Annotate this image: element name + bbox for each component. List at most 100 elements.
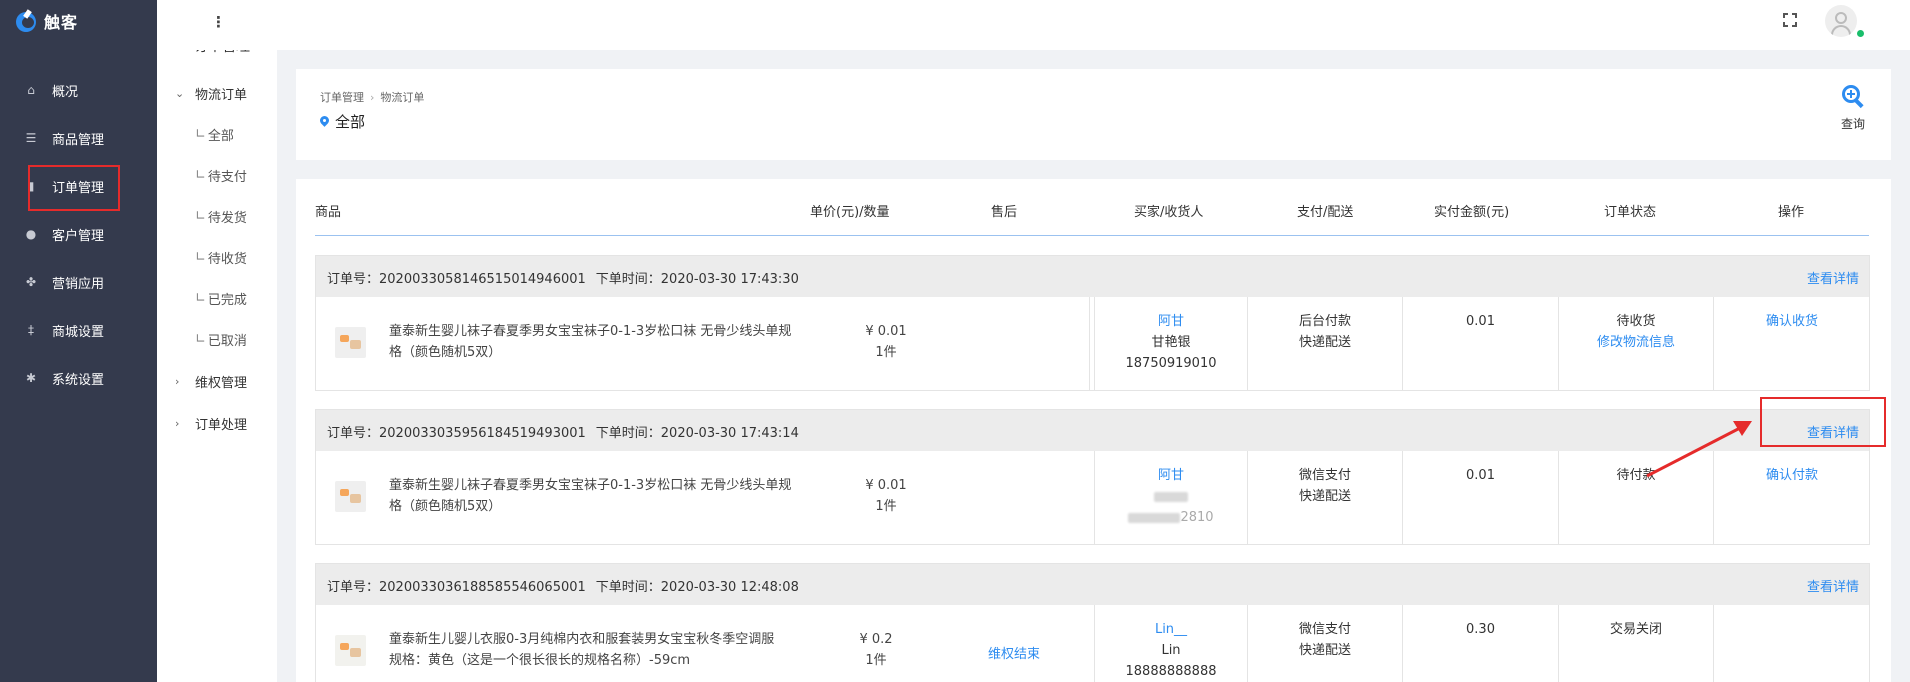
after-sale-status-link[interactable]: 维权结束 [988, 643, 1040, 662]
confirm-receipt-link[interactable]: 确认收货 [1714, 311, 1870, 332]
payment-method: 微信支付 [1298, 622, 1351, 637]
sidebar-item-marketing[interactable]: ✤ 营销应用 [0, 258, 157, 306]
payment-method: 后台付款 [1298, 314, 1351, 329]
sidebar-item-products[interactable]: ☰ 商品管理 [0, 114, 157, 162]
submenu-item-label: 待收货 [207, 252, 247, 267]
order-row: 童泰新生婴儿袜子春夏季男女宝宝袜子0-1-3岁松口袜 无骨少线头单规格（颜色随机… [316, 297, 1869, 390]
edit-logistics-link[interactable]: 修改物流信息 [1559, 332, 1713, 353]
submenu-item-pending-shipment[interactable]: ∟ 待发货 [157, 196, 277, 237]
payment-cell: 微信支付 快递配送 [1247, 605, 1402, 682]
product-thumbnail[interactable] [335, 635, 366, 666]
order-row: 童泰新生儿婴儿衣服0-3月纯棉内衣和服套装男女宝宝秋冬季空调服 规格：黄色（这是… [316, 605, 1869, 682]
order-status: 交易关闭 [1609, 622, 1662, 637]
view-details-link[interactable]: 查看详情 [1807, 268, 1859, 287]
sidebar-item-overview[interactable]: ⌂ 概况 [0, 66, 157, 114]
action-cell [1713, 605, 1870, 682]
order-status: 待付款 [1616, 468, 1656, 483]
column-header: 支付/配送 [1297, 205, 1354, 220]
fullscreen-icon[interactable] [1783, 13, 1797, 27]
sub-menu: 订单管理 ⌄物流订单 ∟全部 ∟待支付 ∟待发货 ∟待收货 ∟已完成 ∟已取消 … [157, 0, 277, 682]
quantity: 1件 [865, 653, 887, 668]
breadcrumb-item[interactable]: 订单管理 [320, 91, 364, 104]
order-icon: ▮ [27, 179, 35, 193]
product-name[interactable]: 童泰新生儿婴儿衣服0-3月纯棉内衣和服套装男女宝宝秋冬季空调服 [389, 629, 799, 650]
main-sidebar: 触客 ⌂ 概况 ☰ 商品管理 ▮ 订单管理 ● 客户管理 ✤ 营销应用 ‡ 商城设置 ✱ 系统… [0, 0, 157, 682]
submenu-item-all[interactable]: ∟ 全部 [157, 114, 277, 155]
status-cell: 待收货 修改物流信息 [1558, 297, 1713, 390]
buyer-link[interactable]: Lin__ [1095, 619, 1247, 640]
order-header: 订单号：2020033035956184519493001 下单时间：2020-0… [316, 410, 1869, 451]
order-card: 订单号：2020033036188585546065001 下单时间：2020-0… [315, 563, 1870, 682]
tree-hook-icon: ∟ [195, 168, 206, 183]
sidebar-item-orders[interactable]: ▮ 订单管理 [0, 162, 157, 211]
order-number: 订单号：2020033035956184519493001 [327, 426, 586, 441]
tree-hook-icon: ∟ [195, 332, 206, 347]
list-icon: ☰ [25, 131, 37, 145]
logo-icon [16, 9, 38, 32]
action-cell: 确认付款 [1713, 451, 1870, 544]
column-header: 实付金额(元) [1434, 205, 1510, 220]
app-name: 触客 [44, 13, 79, 32]
order-card: 订单号：2020033058146515014946001 下单时间：2020-0… [315, 255, 1870, 391]
breadcrumb-separator-icon: › [370, 91, 375, 104]
sidebar-item-customers[interactable]: ● 客户管理 [0, 210, 157, 258]
shop-icon: ‡ [28, 323, 34, 337]
page-header-card: 订单管理 › 物流订单 全部 查询 [296, 69, 1891, 160]
receiver-phone-redacted: 2810 [1095, 507, 1247, 528]
order-header: 订单号：2020033058146515014946001 下单时间：2020-0… [316, 256, 1869, 297]
order-time: 下单时间：2020-03-30 12:48:08 [595, 580, 799, 595]
submenu-item-pending-receipt[interactable]: ∟ 待收货 [157, 237, 277, 278]
submenu-item-label: 已取消 [207, 334, 247, 349]
status-cell: 交易关闭 [1558, 605, 1713, 682]
buyer-cell: Lin__ Lin 18888888888 [1094, 605, 1247, 682]
submenu-item-label: 全部 [207, 129, 234, 144]
buyer-link[interactable]: 阿甘 [1095, 465, 1247, 486]
product-name[interactable]: 童泰新生婴儿袜子春夏季男女宝宝袜子0-1-3岁松口袜 无骨少线头单规格（颜色随机… [389, 321, 799, 363]
quantity: 1件 [875, 499, 897, 514]
delivery-method: 快递配送 [1298, 335, 1351, 350]
breadcrumb-item[interactable]: 物流订单 [380, 91, 424, 104]
location-pin-icon [320, 116, 329, 128]
view-details-link[interactable]: 查看详情 [1807, 576, 1859, 595]
payment-cell: 后台付款 快递配送 [1247, 297, 1402, 390]
submenu-group-logistics[interactable]: ⌄ 物流订单 [157, 72, 277, 114]
buyer-link[interactable]: 阿甘 [1095, 311, 1247, 332]
sidebar-item-label: 商城设置 [52, 324, 105, 340]
order-time: 下单时间：2020-03-30 17:43:30 [595, 272, 799, 287]
paid-amount: 0.01 [1466, 468, 1495, 483]
submenu-group-label: 订单处理 [195, 417, 248, 433]
submenu-group-process[interactable]: › 订单处理 [157, 402, 277, 444]
submenu-group-label: 物流订单 [195, 87, 248, 103]
submenu-item-cancelled[interactable]: ∟ 已取消 [157, 319, 277, 360]
confirm-payment-link[interactable]: 确认付款 [1714, 465, 1870, 486]
order-time: 下单时间：2020-03-30 17:43:14 [595, 426, 799, 441]
tree-hook-icon: ∟ [195, 291, 206, 306]
price-cell: ¥ 0.01 1件 [836, 475, 936, 517]
unit-price: ¥ 0.2 [859, 632, 893, 647]
column-header: 买家/收货人 [1134, 205, 1204, 220]
quantity: 1件 [875, 345, 897, 360]
home-icon: ⌂ [27, 83, 35, 97]
product-thumbnail[interactable] [335, 481, 366, 512]
logo[interactable]: 触客 [0, 0, 157, 42]
sidebar-item-shop-settings[interactable]: ‡ 商城设置 [0, 306, 157, 354]
submenu-item-completed[interactable]: ∟ 已完成 [157, 278, 277, 319]
action-cell: 确认收货 [1713, 297, 1870, 390]
receiver-name: 甘艳银 [1151, 335, 1191, 350]
query-button[interactable]: 查询 [1833, 85, 1873, 132]
receiver-name: Lin [1161, 643, 1181, 658]
more-vertical-icon[interactable]: ⋮ [211, 13, 226, 31]
receiver-phone: 18888888888 [1125, 664, 1217, 679]
order-table-card: 商品 单价(元)/数量 售后 买家/收货人 支付/配送 实付金额(元) 订单状态… [296, 179, 1891, 682]
submenu-item-pending-payment[interactable]: ∟ 待支付 [157, 155, 277, 196]
product-name[interactable]: 童泰新生婴儿袜子春夏季男女宝宝袜子0-1-3岁松口袜 无骨少线头单规格（颜色随机… [389, 475, 799, 517]
order-status: 待收货 [1616, 314, 1656, 329]
sidebar-item-system-settings[interactable]: ✱ 系统设置 [0, 354, 157, 402]
sidebar-item-label: 客户管理 [52, 228, 105, 244]
avatar[interactable] [1825, 5, 1857, 37]
sidebar-item-label: 订单管理 [52, 180, 105, 196]
submenu-group-rights[interactable]: › 维权管理 [157, 360, 277, 402]
product-thumbnail[interactable] [335, 327, 366, 358]
unit-price: ¥ 0.01 [865, 478, 907, 493]
buyer-cell: 阿甘 甘艳银 18750919010 [1094, 297, 1247, 390]
